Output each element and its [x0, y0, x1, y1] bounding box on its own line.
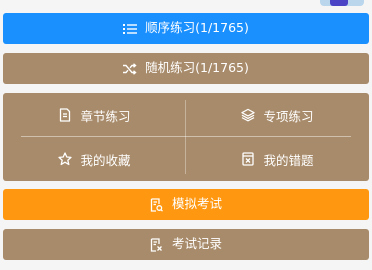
exam-records-label: 考试记录 — [171, 236, 222, 252]
my-mistakes-button[interactable]: 我的错题 — [186, 137, 369, 181]
star-icon — [58, 152, 73, 166]
exam-records-button[interactable]: 考试记录 — [3, 229, 369, 260]
document-icon — [58, 108, 72, 122]
random-practice-button[interactable]: 随机练习(1/1765) — [3, 53, 369, 84]
special-practice-button[interactable]: 专项练习 — [186, 93, 369, 137]
sequence-practice-button[interactable]: 顺序练习(1/1765) — [3, 13, 369, 44]
exam-record-icon — [150, 237, 164, 252]
exam-paper-icon — [150, 197, 164, 212]
my-mistakes-label: 我的错题 — [263, 152, 314, 168]
random-practice-label: 随机练习(1/1765) — [145, 60, 249, 76]
error-book-icon — [241, 152, 255, 166]
mock-exam-label: 模拟考试 — [171, 196, 222, 212]
chapter-practice-button[interactable]: 章节练习 — [3, 93, 186, 137]
list-icon — [123, 22, 138, 36]
mock-exam-button[interactable]: 模拟考试 — [3, 189, 369, 220]
special-practice-label: 专项练习 — [263, 108, 314, 124]
practice-menu-screen: 顺序练习(1/1765) 随机练习(1/1765) 章节练习 专项练习 我的收藏… — [0, 0, 372, 270]
banner-image-edge — [320, 0, 364, 6]
layers-icon — [241, 108, 256, 122]
shuffle-icon — [123, 62, 137, 76]
practice-category-grid: 章节练习 专项练习 我的收藏 我的错题 — [3, 93, 369, 181]
sequence-practice-label: 顺序练习(1/1765) — [145, 20, 249, 36]
chapter-practice-label: 章节练习 — [80, 108, 131, 124]
my-favorites-label: 我的收藏 — [80, 152, 131, 168]
my-favorites-button[interactable]: 我的收藏 — [3, 137, 186, 181]
